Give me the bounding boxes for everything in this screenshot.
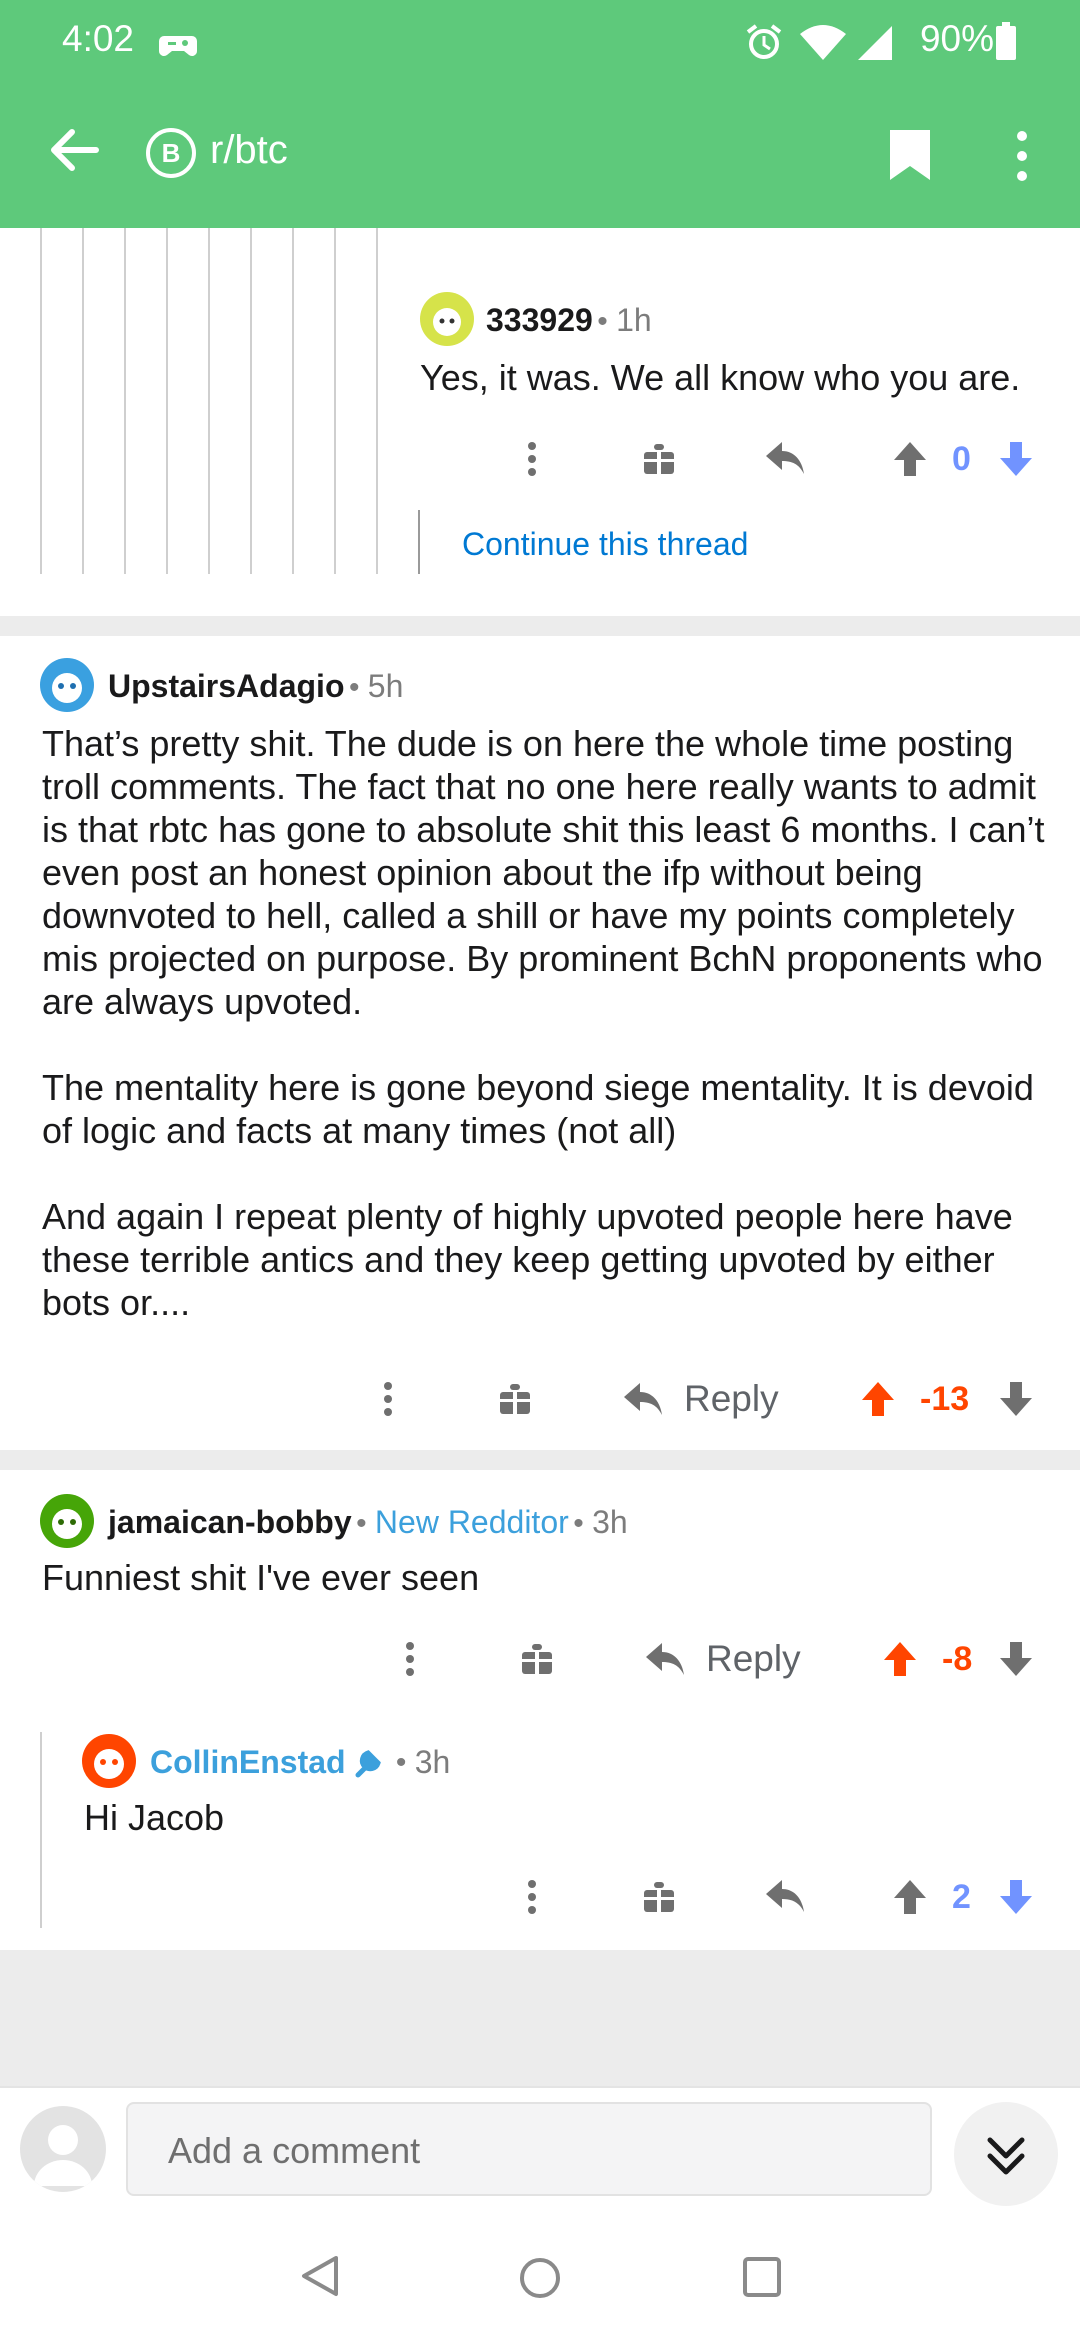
- upvote-arrow-icon[interactable]: [892, 1878, 928, 1916]
- thread-line: [418, 510, 420, 574]
- comment-time: 1h: [616, 302, 652, 338]
- avatar[interactable]: [20, 2106, 106, 2192]
- subreddit-icon: B: [146, 128, 196, 178]
- downvote-arrow-icon[interactable]: [998, 1878, 1034, 1916]
- comment-body: Hi Jacob: [84, 1797, 225, 1838]
- gift-award-icon[interactable]: [642, 1880, 676, 1914]
- thread-line: [334, 228, 336, 574]
- comment-author[interactable]: 333929: [486, 302, 593, 338]
- scroll-down-button[interactable]: [954, 2102, 1058, 2206]
- reply-button[interactable]: Reply: [644, 1638, 801, 1680]
- avatar[interactable]: [82, 1734, 136, 1788]
- thread-line: [376, 228, 378, 574]
- comment-author[interactable]: UpstairsAdagio: [108, 668, 344, 704]
- more-options-icon[interactable]: [1002, 126, 1042, 186]
- downvote-arrow-icon[interactable]: [998, 1640, 1034, 1678]
- meta-separator: •: [387, 1745, 415, 1779]
- back-arrow-icon[interactable]: [44, 120, 104, 180]
- comment-meta: 333929 • 1h: [486, 302, 652, 339]
- battery-percent: 90%: [919, 18, 994, 59]
- comment-time: 3h: [414, 1744, 451, 1780]
- back-triangle-icon[interactable]: [300, 2254, 340, 2298]
- downvote-arrow-icon[interactable]: [998, 1380, 1034, 1418]
- vote-score: 0: [952, 440, 971, 478]
- comment-meta: CollinEnstad • 3h: [150, 1744, 450, 1781]
- cell-signal-icon: [858, 26, 892, 60]
- meta-separator: •: [356, 1507, 375, 1540]
- avatar[interactable]: [420, 292, 474, 346]
- empty-area: [0, 1950, 1080, 2086]
- vote-score: -8: [942, 1640, 973, 1678]
- thread-line: [40, 1732, 42, 1928]
- meta-separator: •: [348, 671, 368, 704]
- comment-body: Funniest shit I've ever seen: [42, 1557, 480, 1598]
- avatar[interactable]: [40, 658, 94, 712]
- reply-label: Reply: [706, 1638, 801, 1679]
- user-avatar-icon: [34, 2125, 92, 2186]
- comment-divider: [0, 616, 1080, 636]
- reply-arrow-icon[interactable]: [764, 440, 806, 476]
- comment-divider: [0, 1450, 1080, 1470]
- add-comment-input[interactable]: Add a comment: [126, 2102, 932, 2196]
- thread-line: [82, 228, 84, 574]
- thread-line: [124, 228, 126, 574]
- user-flair: New Redditor: [374, 1504, 569, 1540]
- upvote-arrow-icon[interactable]: [882, 1640, 918, 1678]
- gift-award-icon[interactable]: [498, 1382, 532, 1416]
- alarm-icon: [746, 24, 782, 59]
- gift-award-icon[interactable]: [520, 1642, 554, 1676]
- thread-line: [40, 228, 42, 574]
- double-chevron-down-icon: [987, 2137, 1025, 2175]
- comment-author[interactable]: jamaican-bobby: [108, 1504, 352, 1540]
- comment-body: That’s pretty shit. The dude is on here …: [42, 723, 1045, 1323]
- wifi-icon: [800, 25, 846, 60]
- battery-icon: [996, 22, 1016, 60]
- comment-author[interactable]: CollinEnstad: [150, 1744, 346, 1781]
- thread-line: [292, 228, 294, 574]
- thread-line: [250, 228, 252, 574]
- more-actions-icon[interactable]: [524, 1878, 540, 1916]
- moderator-wrench-icon: [355, 1749, 381, 1777]
- more-actions-icon[interactable]: [402, 1640, 418, 1678]
- meta-separator: •: [573, 1507, 593, 1540]
- continue-thread-link[interactable]: Continue this thread: [462, 526, 748, 563]
- gift-award-icon[interactable]: [642, 442, 676, 476]
- comment-time: 5h: [367, 668, 404, 704]
- reply-button[interactable]: Reply: [622, 1378, 779, 1420]
- meta-separator: •: [597, 305, 617, 338]
- thread-line: [208, 228, 210, 574]
- reply-arrow-icon: [624, 1383, 662, 1415]
- reply-arrow-icon[interactable]: [764, 1878, 806, 1914]
- reply-arrow-icon: [646, 1643, 684, 1675]
- reply-label: Reply: [684, 1378, 779, 1419]
- avatar[interactable]: [40, 1494, 94, 1548]
- thread-line: [166, 228, 168, 574]
- downvote-arrow-icon[interactable]: [998, 440, 1034, 478]
- comment-time: 3h: [592, 1504, 628, 1540]
- game-controller-icon: [159, 36, 197, 56]
- home-circle-icon[interactable]: [518, 2256, 562, 2300]
- vote-score: 2: [952, 1878, 971, 1916]
- vote-score: -13: [920, 1380, 970, 1418]
- recents-square-icon[interactable]: [742, 2256, 782, 2298]
- upvote-arrow-icon[interactable]: [892, 440, 928, 478]
- more-actions-icon[interactable]: [524, 440, 540, 478]
- comment-meta: jamaican-bobby • New Redditor • 3h: [108, 1504, 628, 1541]
- app-bar: 4:02 90% B r/btc: [0, 0, 1080, 228]
- subreddit-name[interactable]: r/btc: [210, 128, 288, 173]
- comment-body: Yes, it was. We all know who you are.: [420, 357, 1021, 398]
- more-actions-icon[interactable]: [380, 1380, 396, 1418]
- status-time: 4:02: [62, 18, 135, 59]
- comment-meta: UpstairsAdagio • 5h: [108, 668, 403, 705]
- bookmark-icon[interactable]: [888, 128, 932, 182]
- upvote-arrow-icon[interactable]: [860, 1380, 896, 1418]
